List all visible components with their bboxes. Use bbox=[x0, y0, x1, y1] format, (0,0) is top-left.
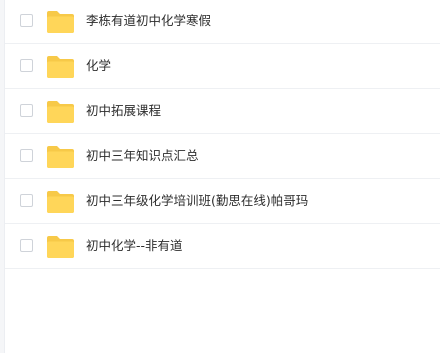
row-checkbox[interactable] bbox=[20, 104, 33, 117]
row-checkbox[interactable] bbox=[20, 14, 33, 27]
row-checkbox[interactable] bbox=[20, 149, 33, 162]
row-checkbox[interactable] bbox=[20, 239, 33, 252]
file-row[interactable]: 初中化学--非有道 bbox=[5, 225, 440, 269]
file-name[interactable]: 初中化学--非有道 bbox=[86, 237, 183, 255]
folder-icon bbox=[47, 146, 74, 168]
file-name[interactable]: 化学 bbox=[86, 57, 111, 75]
folder-icon bbox=[47, 101, 74, 123]
file-name[interactable]: 李栋有道初中化学寒假 bbox=[86, 12, 211, 30]
file-row[interactable]: 初中三年知识点汇总 bbox=[5, 135, 440, 179]
folder-icon bbox=[47, 191, 74, 213]
file-name[interactable]: 初中三年知识点汇总 bbox=[86, 147, 199, 165]
row-checkbox[interactable] bbox=[20, 59, 33, 72]
file-name[interactable]: 初中三年级化学培训班(勤思在线)帕哥玛 bbox=[86, 192, 308, 210]
row-checkbox[interactable] bbox=[20, 194, 33, 207]
file-row[interactable]: 化学 bbox=[5, 45, 440, 89]
file-row[interactable]: 初中三年级化学培训班(勤思在线)帕哥玛 bbox=[5, 180, 440, 224]
folder-icon bbox=[47, 56, 74, 78]
file-row[interactable]: 李栋有道初中化学寒假 bbox=[5, 0, 440, 44]
file-row[interactable]: 初中拓展课程 bbox=[5, 90, 440, 134]
folder-icon bbox=[47, 11, 74, 33]
file-name[interactable]: 初中拓展课程 bbox=[86, 102, 161, 120]
folder-icon bbox=[47, 236, 74, 258]
file-list: 李栋有道初中化学寒假 化学 初中拓展课程 初中三年知识点汇总 初中三年级化学培训 bbox=[4, 0, 440, 353]
